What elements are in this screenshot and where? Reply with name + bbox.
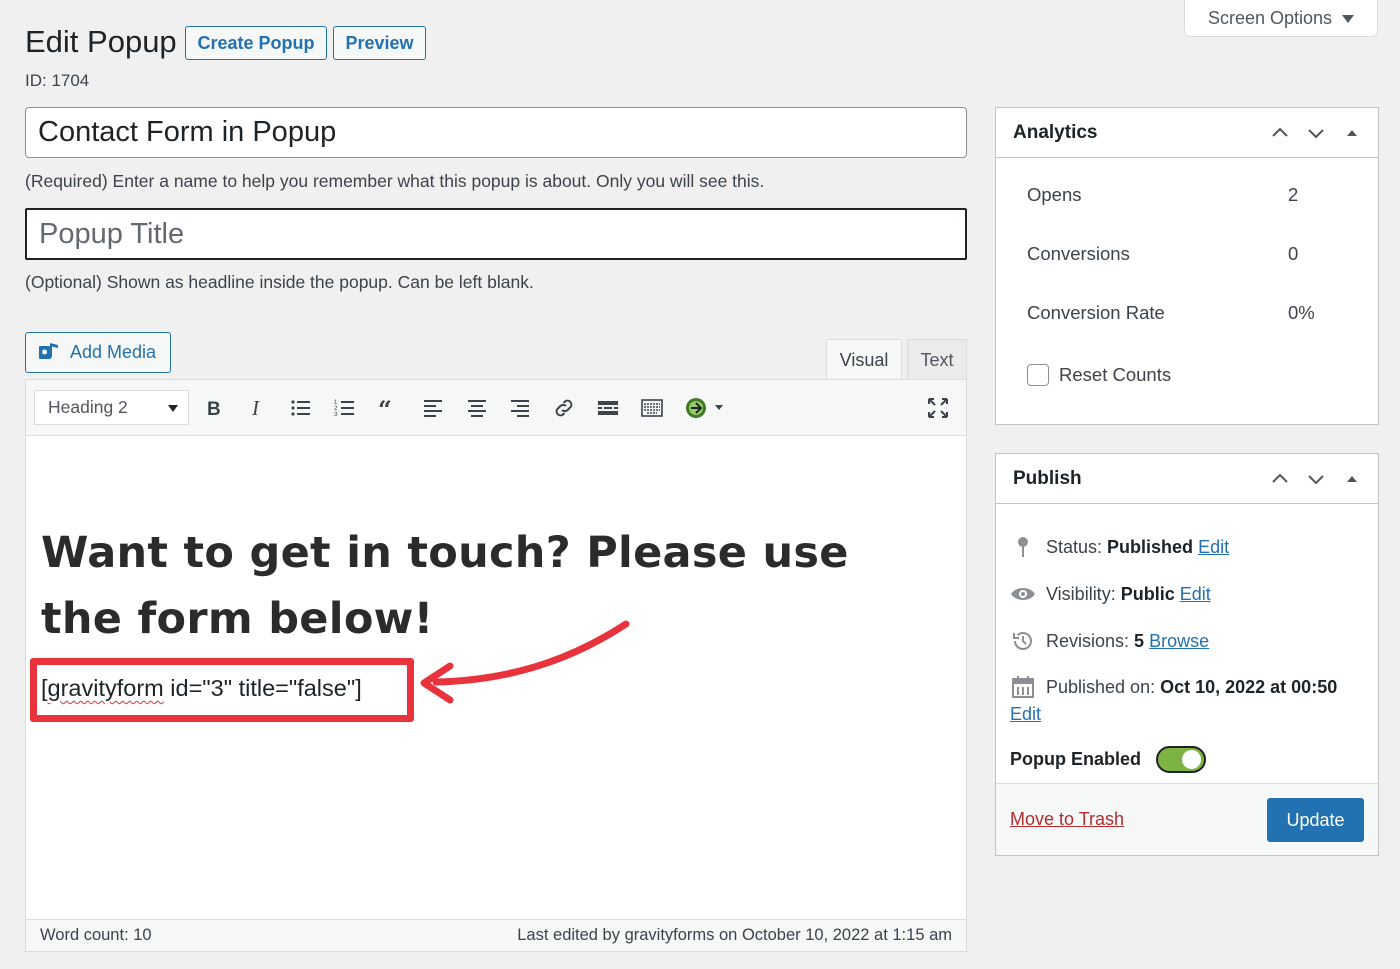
toolbar-toggle-icon[interactable] (636, 392, 668, 424)
published-label: Published on: (1046, 676, 1161, 697)
shortcode-word: gravityform (47, 675, 164, 701)
format-select-value: Heading 2 (48, 397, 128, 417)
bold-icon[interactable]: B (198, 392, 230, 424)
collapse-toggle-icon[interactable] (1340, 121, 1364, 145)
gravity-forms-icon[interactable] (680, 392, 730, 424)
annotation-arrow-icon (420, 620, 630, 704)
numbered-list-icon[interactable]: 123 (329, 392, 361, 424)
editor-status-bar: Word count: 10 Last edited by gravityfor… (26, 919, 966, 951)
svg-text:3: 3 (334, 412, 338, 418)
popup-id: ID: 1704 (25, 71, 90, 90)
screen-options-label: Screen Options (1207, 7, 1333, 28)
revisions-row: Revisions: 5 Browse (1010, 628, 1209, 654)
add-media-label: Add Media (70, 342, 157, 362)
chevron-down-icon[interactable] (1304, 467, 1328, 491)
add-media-button[interactable]: Add Media (25, 332, 171, 373)
opens-value: 2 (1288, 184, 1299, 205)
popup-enabled-toggle[interactable] (1156, 746, 1206, 773)
update-button[interactable]: Update (1267, 798, 1364, 842)
fullscreen-icon[interactable] (922, 392, 954, 424)
align-center-icon[interactable] (461, 392, 493, 424)
popup-title-input[interactable]: Popup Title (25, 208, 967, 260)
caret-down-icon (1342, 15, 1355, 23)
read-more-icon[interactable] (592, 392, 624, 424)
conversion-rate-label: Conversion Rate (1027, 302, 1165, 323)
revisions-value: 5 (1134, 630, 1145, 651)
edit-date-link[interactable]: Edit (1010, 704, 1041, 725)
published-value: Oct 10, 2022 at 00:50 (1160, 676, 1338, 697)
link-icon[interactable] (548, 392, 580, 424)
editor-toolbar: Heading 2 B I 123 “ (26, 380, 966, 436)
status-label: Status: (1046, 536, 1108, 557)
analytics-title: Analytics (1013, 121, 1098, 143)
analytics-panel: Analytics Opens 2 Conversions 0 Conversi… (995, 107, 1379, 425)
visibility-label: Visibility: (1046, 583, 1121, 604)
conversion-rate-value: 0% (1288, 302, 1315, 323)
media-icon (39, 342, 58, 359)
popup-name-input[interactable]: Contact Form in Popup (25, 107, 967, 158)
name-help-text: (Required) Enter a name to help you reme… (25, 171, 765, 191)
tab-visual[interactable]: Visual (826, 339, 902, 381)
browse-revisions-link[interactable]: Browse (1149, 631, 1209, 651)
visibility-value: Public (1120, 583, 1175, 604)
calendar-icon (1010, 674, 1036, 700)
shortcode-text: [gravityform id="3" title="false"] (41, 675, 362, 702)
collapse-toggle-icon[interactable] (1340, 467, 1364, 491)
chevron-down-icon[interactable] (1304, 121, 1328, 145)
toggle-knob (1182, 750, 1201, 769)
align-left-icon[interactable] (417, 392, 449, 424)
history-icon (1010, 628, 1036, 654)
publish-panel: Publish Status: Published Edit Visibilit… (995, 453, 1379, 856)
reset-counts-label: Reset Counts (1059, 364, 1172, 385)
published-on-row: Published on: Oct 10, 2022 at 00:50 (1010, 674, 1337, 700)
chevron-down-icon (168, 405, 178, 412)
edit-status-link[interactable]: Edit (1198, 537, 1229, 557)
title-help-text: (Optional) Shown as headline inside the … (25, 272, 534, 292)
tab-text[interactable]: Text (907, 339, 967, 380)
blockquote-icon[interactable]: “ (373, 392, 405, 424)
conversions-value: 0 (1288, 243, 1299, 264)
revisions-label: Revisions: (1046, 630, 1135, 651)
chevron-up-icon[interactable] (1268, 121, 1292, 145)
edit-visibility-link[interactable]: Edit (1180, 584, 1211, 604)
opens-label: Opens (1027, 184, 1082, 205)
pin-icon (1010, 534, 1036, 560)
preview-button[interactable]: Preview (333, 26, 426, 60)
eye-icon (1010, 581, 1036, 607)
word-count: Word count: 10 (40, 926, 152, 944)
conversions-label: Conversions (1027, 243, 1130, 264)
create-popup-button[interactable]: Create Popup (185, 26, 327, 60)
align-right-icon[interactable] (504, 392, 536, 424)
publish-title: Publish (1013, 467, 1082, 489)
screen-options-button[interactable]: Screen Options (1184, 0, 1378, 37)
visibility-row: Visibility: Public Edit (1010, 581, 1211, 607)
reset-counts-checkbox[interactable] (1027, 364, 1049, 386)
publish-footer: Move to Trash Update (996, 783, 1378, 855)
content-editor: Heading 2 B I 123 “ Want to get in touch… (25, 379, 967, 952)
bullet-list-icon[interactable] (285, 392, 317, 424)
move-to-trash-link[interactable]: Move to Trash (1010, 809, 1124, 830)
analytics-header[interactable]: Analytics (996, 108, 1378, 158)
svg-text:B: B (207, 399, 221, 420)
shortcode-rest: id="3" title="false"] (163, 675, 362, 701)
svg-text:“: “ (378, 396, 392, 420)
chevron-up-icon[interactable] (1268, 467, 1292, 491)
format-select[interactable]: Heading 2 (34, 390, 189, 425)
page-title: Edit Popup (25, 24, 177, 59)
italic-icon[interactable]: I (241, 392, 273, 424)
status-value: Published (1107, 536, 1194, 557)
last-edited: Last edited by gravityforms on October 1… (517, 926, 952, 944)
svg-text:I: I (251, 396, 260, 420)
status-row: Status: Published Edit (1010, 534, 1229, 560)
publish-header[interactable]: Publish (996, 454, 1378, 504)
popup-enabled-label: Popup Enabled (1010, 749, 1142, 769)
